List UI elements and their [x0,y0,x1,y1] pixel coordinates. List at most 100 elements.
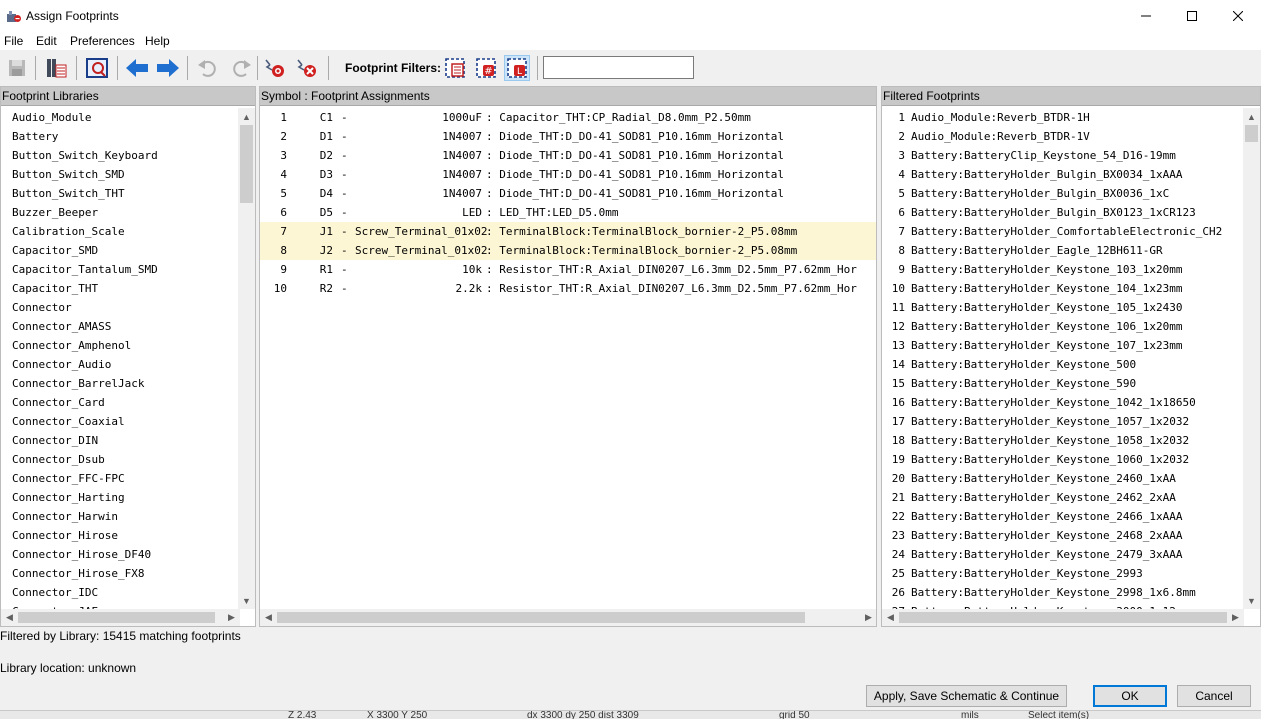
filtered-footprint-item[interactable]: 21 Battery:BatteryHolder_Keystone_2462_2x… [882,488,1244,507]
view-footprint-icon[interactable] [84,55,110,81]
scroll-up-arrow-icon[interactable]: ▲ [1243,108,1260,125]
library-table-icon[interactable] [43,55,69,81]
library-item[interactable]: Connector_AMASS [1,317,240,336]
filtered-footprint-item[interactable]: 13 Battery:BatteryHolder_Keystone_107_1x2… [882,336,1244,355]
undo-icon[interactable] [195,55,221,81]
filtered-scroll-thumb[interactable] [1245,125,1258,142]
apply-save-continue-button[interactable]: Apply, Save Schematic & Continue [866,685,1067,707]
maximize-button[interactable] [1169,0,1215,32]
filtered-footprints-list[interactable]: 1 Audio_Module:Reverb_BTDR-1H 2 Audio_Modul… [882,108,1244,621]
library-item[interactable]: Button_Switch_THT [1,184,240,203]
assignment-row[interactable]: 8 J2- Screw_Terminal_01x02: TerminalBlock:… [260,241,876,260]
filtered-footprint-item[interactable]: 9 Battery:BatteryHolder_Keystone_103_1x20… [882,260,1244,279]
libraries-hscroll-thumb[interactable] [18,612,215,623]
scroll-down-arrow-icon[interactable]: ▼ [1243,592,1260,609]
delete-associations-icon[interactable] [294,55,320,81]
footprint-libraries-list[interactable]: Audio_Module Battery Button_Switch_Keyboar… [1,108,240,621]
library-item[interactable]: Connector_Audio [1,355,240,374]
library-item[interactable]: Connector_FFC-FPC [1,469,240,488]
assignment-row[interactable]: 9 R1- 10k: Resistor_THT:R_Axial_DIN0207_L6… [260,260,876,279]
library-item[interactable]: Capacitor_SMD [1,241,240,260]
library-item[interactable]: Connector_Harwin [1,507,240,526]
library-item[interactable]: Button_Switch_SMD [1,165,240,184]
menu-file[interactable]: File [4,34,23,48]
assignment-row[interactable]: 2 D1- 1N4007: Diode_THT:D_DO-41_SOD81_P10.… [260,127,876,146]
library-item[interactable]: Connector [1,298,240,317]
scroll-right-arrow-icon[interactable]: ▶ [860,609,876,626]
scroll-left-arrow-icon[interactable]: ◀ [882,609,899,626]
filtered-footprint-item[interactable]: 19 Battery:BatteryHolder_Keystone_1060_1x… [882,450,1244,469]
assignments-hscroll-thumb[interactable] [277,612,805,623]
footprint-filter-input[interactable] [543,56,694,79]
redo-icon[interactable] [228,55,254,81]
next-arrow-icon[interactable] [155,55,181,81]
scroll-up-arrow-icon[interactable]: ▲ [238,108,255,125]
assignment-row[interactable]: 5 D4- 1N4007: Diode_THT:D_DO-41_SOD81_P10.… [260,184,876,203]
filtered-hscroll-thumb[interactable] [899,612,1227,623]
filtered-footprint-item[interactable]: 14 Battery:BatteryHolder_Keystone_500 [882,355,1244,374]
library-item[interactable]: Audio_Module [1,108,240,127]
filtered-footprint-item[interactable]: 16 Battery:BatteryHolder_Keystone_1042_1x… [882,393,1244,412]
library-item[interactable]: Button_Switch_Keyboard [1,146,240,165]
filter-by-pin-count-icon[interactable]: # [473,55,499,81]
menu-preferences[interactable]: Preferences [70,34,135,48]
filter-by-library-icon[interactable]: L [504,55,530,81]
filtered-footprint-item[interactable]: 17 Battery:BatteryHolder_Keystone_1057_1x… [882,412,1244,431]
cancel-button[interactable]: Cancel [1177,685,1251,707]
assignment-row[interactable]: 3 D2- 1N4007: Diode_THT:D_DO-41_SOD81_P10.… [260,146,876,165]
assignment-row[interactable]: 10 R2- 2.2k: Resistor_THT:R_Axial_DIN0207_… [260,279,876,298]
filtered-footprint-item[interactable]: 24 Battery:BatteryHolder_Keystone_2479_3x… [882,545,1244,564]
library-item[interactable]: Connector_Hirose [1,526,240,545]
menu-edit[interactable]: Edit [36,34,57,48]
filtered-footprint-item[interactable]: 12 Battery:BatteryHolder_Keystone_106_1x2… [882,317,1244,336]
filter-by-keywords-icon[interactable] [442,55,468,81]
filtered-footprint-item[interactable]: 5 Battery:BatteryHolder_Bulgin_BX0036_1xC [882,184,1244,203]
filtered-footprint-item[interactable]: 18 Battery:BatteryHolder_Keystone_1058_1x… [882,431,1244,450]
library-item[interactable]: Buzzer_Beeper [1,203,240,222]
library-item[interactable]: Connector_BarrelJack [1,374,240,393]
library-item[interactable]: Capacitor_THT [1,279,240,298]
filtered-footprint-item[interactable]: 15 Battery:BatteryHolder_Keystone_590 [882,374,1244,393]
filtered-footprint-item[interactable]: 7 Battery:BatteryHolder_ComfortableElectr… [882,222,1244,241]
auto-associate-icon[interactable] [262,55,288,81]
library-item[interactable]: Connector_Dsub [1,450,240,469]
filtered-footprint-item[interactable]: 20 Battery:BatteryHolder_Keystone_2460_1x… [882,469,1244,488]
filtered-footprint-item[interactable]: 3 Battery:BatteryClip_Keystone_54_D16-19m… [882,146,1244,165]
library-item[interactable]: Connector_Hirose_FX8 [1,564,240,583]
filtered-footprint-item[interactable]: 25 Battery:BatteryHolder_Keystone_2993 [882,564,1244,583]
library-item[interactable]: Connector_Hirose_DF40 [1,545,240,564]
filtered-footprint-item[interactable]: 22 Battery:BatteryHolder_Keystone_2466_1x… [882,507,1244,526]
filtered-footprint-item[interactable]: 11 Battery:BatteryHolder_Keystone_105_1x2… [882,298,1244,317]
library-item[interactable]: Connector_Coaxial [1,412,240,431]
assignments-list[interactable]: 1 C1-1000uF: Capacitor_THT:CP_Radial_D8.0… [260,108,876,298]
minimize-button[interactable] [1123,0,1169,32]
filtered-footprint-item[interactable]: 23 Battery:BatteryHolder_Keystone_2468_2x… [882,526,1244,545]
library-item[interactable]: Capacitor_Tantalum_SMD [1,260,240,279]
assignment-row[interactable]: 1 C1- 1000uF: Capacitor_THT:CP_Radial_D8.0… [260,108,876,127]
assignment-row[interactable]: 6 D5- LED: LED_THT:LED_D5.0mm [260,203,876,222]
assignment-row[interactable]: 4 D3- 1N4007: Diode_THT:D_DO-41_SOD81_P10.… [260,165,876,184]
library-item[interactable]: Connector_Harting [1,488,240,507]
filtered-vertical-scrollbar[interactable]: ▲ ▼ [1243,108,1260,609]
filtered-footprint-item[interactable]: 6 Battery:BatteryHolder_Bulgin_BX0123_1xC… [882,203,1244,222]
libraries-vertical-scrollbar[interactable]: ▲ ▼ [238,108,255,609]
filtered-footprint-item[interactable]: 26 Battery:BatteryHolder_Keystone_2998_1x… [882,583,1244,602]
filtered-horizontal-scrollbar[interactable]: ◀ ▶ [882,609,1244,626]
filtered-footprint-item[interactable]: 8 Battery:BatteryHolder_Eagle_12BH611-GR [882,241,1244,260]
assignments-horizontal-scrollbar[interactable]: ◀ ▶ [260,609,876,626]
library-item[interactable]: Calibration_Scale [1,222,240,241]
ok-button[interactable]: OK [1093,685,1167,707]
library-item[interactable]: Battery [1,127,240,146]
library-item[interactable]: Connector_IDC [1,583,240,602]
library-item[interactable]: Connector_Card [1,393,240,412]
assignment-row[interactable]: 7 J1- Screw_Terminal_01x02: TerminalBlock:… [260,222,876,241]
filtered-footprint-item[interactable]: 4 Battery:BatteryHolder_Bulgin_BX0034_1xA… [882,165,1244,184]
scroll-left-arrow-icon[interactable]: ◀ [260,609,277,626]
filtered-footprint-item[interactable]: 1 Audio_Module:Reverb_BTDR-1H [882,108,1244,127]
library-item[interactable]: Connector_Amphenol [1,336,240,355]
scroll-left-arrow-icon[interactable]: ◀ [1,609,18,626]
save-icon[interactable] [4,55,30,81]
close-button[interactable] [1215,0,1261,32]
scroll-down-arrow-icon[interactable]: ▼ [238,592,255,609]
libraries-horizontal-scrollbar[interactable]: ◀ ▶ [1,609,240,626]
